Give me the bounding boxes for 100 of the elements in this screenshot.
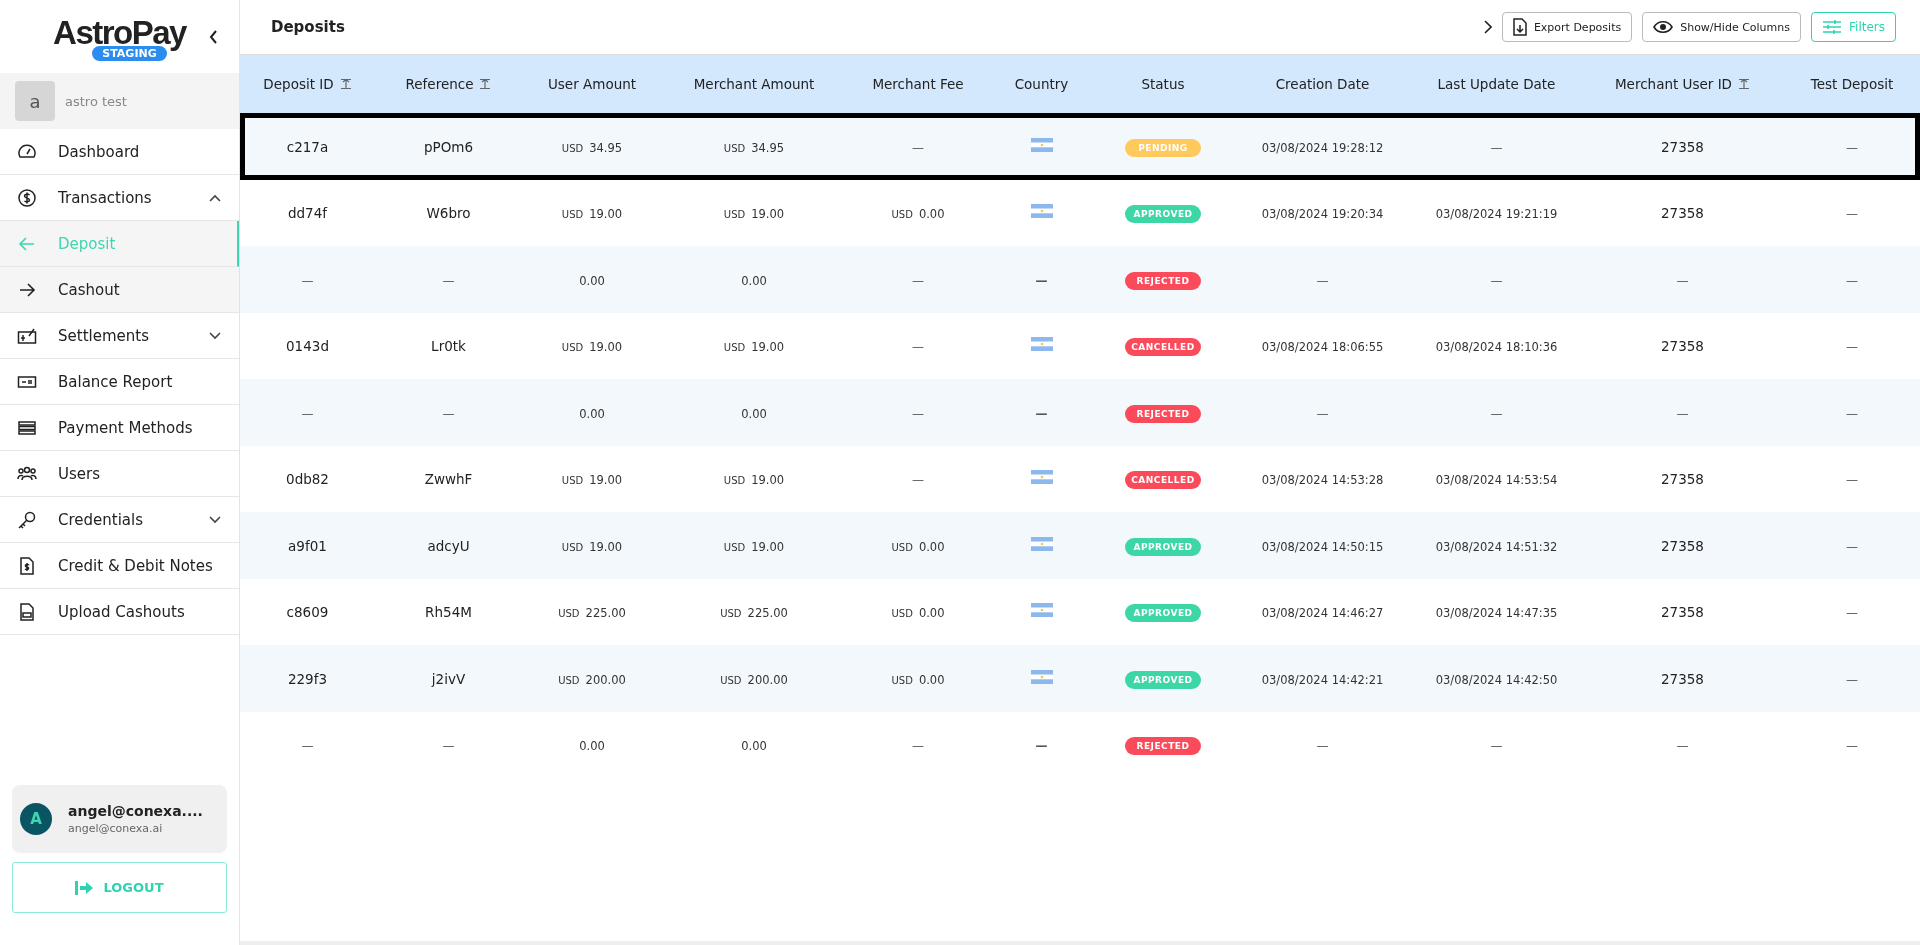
column-header[interactable]: Merchant Amount [662,55,846,113]
table-cell: 03/08/2024 14:53:54 [1435,473,1558,488]
sort-icon[interactable] [1738,78,1750,90]
status-badge: APPROVED [1125,670,1201,689]
sidebar-item[interactable]: Upload Cashouts [0,589,239,635]
sidebar-item[interactable]: Balance Report [0,359,239,405]
amount-cell: USD 19.00 [561,207,623,222]
table-cell: — [1490,406,1503,421]
amount-cell: 0.00 [741,273,767,288]
column-header[interactable]: Country [990,55,1093,113]
workspace-name: astro test [65,93,127,109]
chevron-icon[interactable] [209,331,221,340]
table-cell: 03/08/2024 18:06:55 [1261,340,1384,355]
astropay-logo: AstroPay STAGING [53,16,186,61]
status-badge: APPROVED [1125,537,1201,556]
table-cell: 0143d [286,338,329,355]
sidebar-item[interactable]: Users [0,451,239,497]
table-row[interactable]: — — 0.00 0.00 — — REJECTED — — — — [240,711,1920,778]
flag-icon [1030,669,1053,684]
table-cell: adcyU [427,537,470,554]
column-header[interactable]: Deposit ID [240,55,375,113]
status-badge: REJECTED [1125,404,1201,423]
amount-cell: 0.00 [741,406,767,421]
dollar-circle-icon [17,187,37,208]
table-cell: 27358 [1661,138,1704,155]
table-cell: 27358 [1661,537,1704,554]
table-cell: 03/08/2024 14:50:15 [1261,539,1384,554]
table-cell: 03/08/2024 14:42:50 [1435,672,1558,687]
table-cell: — [442,406,455,421]
workspace-selector[interactable]: a astro test [0,73,239,129]
amount-cell: USD 0.00 [891,606,945,621]
table-row[interactable]: 0143d Lr0tk USD 19.00 USD 19.00 — CANCELLED 03/08/2024 18:06:55 03/08/2024 18:10:36 27358 — [240,312,1920,379]
document-csv-icon [17,601,37,622]
column-header[interactable]: Status [1093,55,1233,113]
table-row[interactable]: c217a pPOm6 USD 34.95 USD 34.95 — PENDING 03/08/2024 19:28:12 — 27358 — [240,113,1920,180]
workspace-avatar: a [15,81,55,121]
table-cell: 03/08/2024 19:21:19 [1435,207,1558,222]
table-cell: — [301,739,314,754]
file-download-icon [1512,18,1527,36]
column-header[interactable]: Test Deposit [1784,55,1920,113]
table-cell: — [1846,672,1858,687]
sidebar-item[interactable]: Payment Methods [0,405,239,451]
column-header[interactable]: Reference [375,55,522,113]
status-badge: PENDING [1125,138,1201,157]
table-cell: — [1490,273,1503,288]
table-cell: 229f3 [287,670,328,687]
sidebar-item[interactable]: Credentials [0,497,239,543]
chevron-icon[interactable] [209,515,221,524]
amount-cell: USD 225.00 [720,606,788,621]
column-header[interactable]: Merchant Fee [846,55,990,113]
table-cell: — [301,273,314,288]
table-cell: ZwwhF [424,471,473,488]
table-cell: — [1846,539,1858,554]
sidebar-item[interactable]: Settlements [0,313,239,359]
table-row[interactable]: 229f3 j2ivV USD 200.00 USD 200.00 USD 0.00 APPROVED 03/08/2024 14:42:21 03/08/2024 14:42:50 27358 — [240,645,1920,712]
amount-cell: — [912,340,924,355]
table-cell: a9f01 [288,537,327,554]
sidebar-subitem[interactable]: Cashout [0,267,239,313]
column-header[interactable]: User Amount [522,55,662,113]
table-cell: — [1846,473,1858,488]
column-header[interactable]: Last Update Date [1412,55,1581,113]
amount-cell: 0.00 [741,739,767,754]
document-dollar-icon [17,555,37,576]
table-cell: — [1846,140,1858,155]
table-cell: 27358 [1661,604,1704,621]
sort-icon[interactable] [339,78,352,90]
table-cell: Rh54M [425,604,472,621]
chevron-icon[interactable] [209,193,221,202]
amount-cell: USD 19.00 [561,539,623,554]
table-row[interactable]: a9f01 adcyU USD 19.00 USD 19.00 USD 0.00 APPROVED 03/08/2024 14:50:15 03/08/2024 14:51:32 27358 — [240,512,1920,579]
sort-icon[interactable] [479,78,492,90]
export-button[interactable]: Export Deposits [1501,12,1633,42]
amount-cell: — [912,406,924,421]
amount-cell: USD 225.00 [558,606,626,621]
table-cell: — [442,273,455,288]
key-icon [17,509,37,530]
collapse-chevron-icon[interactable] [209,30,219,44]
sidebar-item[interactable]: Dashboard [0,129,239,175]
amount-cell: USD 19.00 [561,340,623,355]
table-cell: — [1676,739,1689,754]
chevron-right-icon[interactable] [1483,20,1492,34]
table-row[interactable]: c8609 Rh54M USD 225.00 USD 225.00 USD 0.00 APPROVED 03/08/2024 14:46:27 03/08/2024 14:47:35 27358 — [240,578,1920,645]
table-cell: — [1035,739,1048,754]
table-cell: — [1316,273,1329,288]
account-card[interactable]: A angel@conexa.... angel@conexa.ai [12,785,227,853]
column-header[interactable]: Merchant User ID [1581,55,1784,113]
sidebar-item[interactable]: Credit & Debit Notes [0,543,239,589]
flag-icon [1030,204,1053,219]
amount-cell: — [912,739,924,754]
table-cell: — [1846,739,1858,754]
table-cell: dd74f [287,205,328,222]
table-row[interactable]: 0db82 ZwwhF USD 19.00 USD 19.00 — CANCELLED 03/08/2024 14:53:28 03/08/2024 14:53:54 27358 — [240,445,1920,512]
table-cell: — [1490,140,1503,155]
columns-button[interactable]: Show/Hide Columns [1642,12,1801,42]
amount-cell: USD 200.00 [558,672,626,687]
table-cell: 03/08/2024 14:46:27 [1261,606,1384,621]
eye-icon [1653,20,1674,34]
flag-icon [1030,536,1053,551]
column-header[interactable]: Creation Date [1233,55,1412,113]
table-row[interactable]: dd74f W6bro USD 19.00 USD 19.00 USD 0.00 APPROVED 03/08/2024 19:20:34 03/08/2024 19:21:19 27358 — [240,179,1920,246]
